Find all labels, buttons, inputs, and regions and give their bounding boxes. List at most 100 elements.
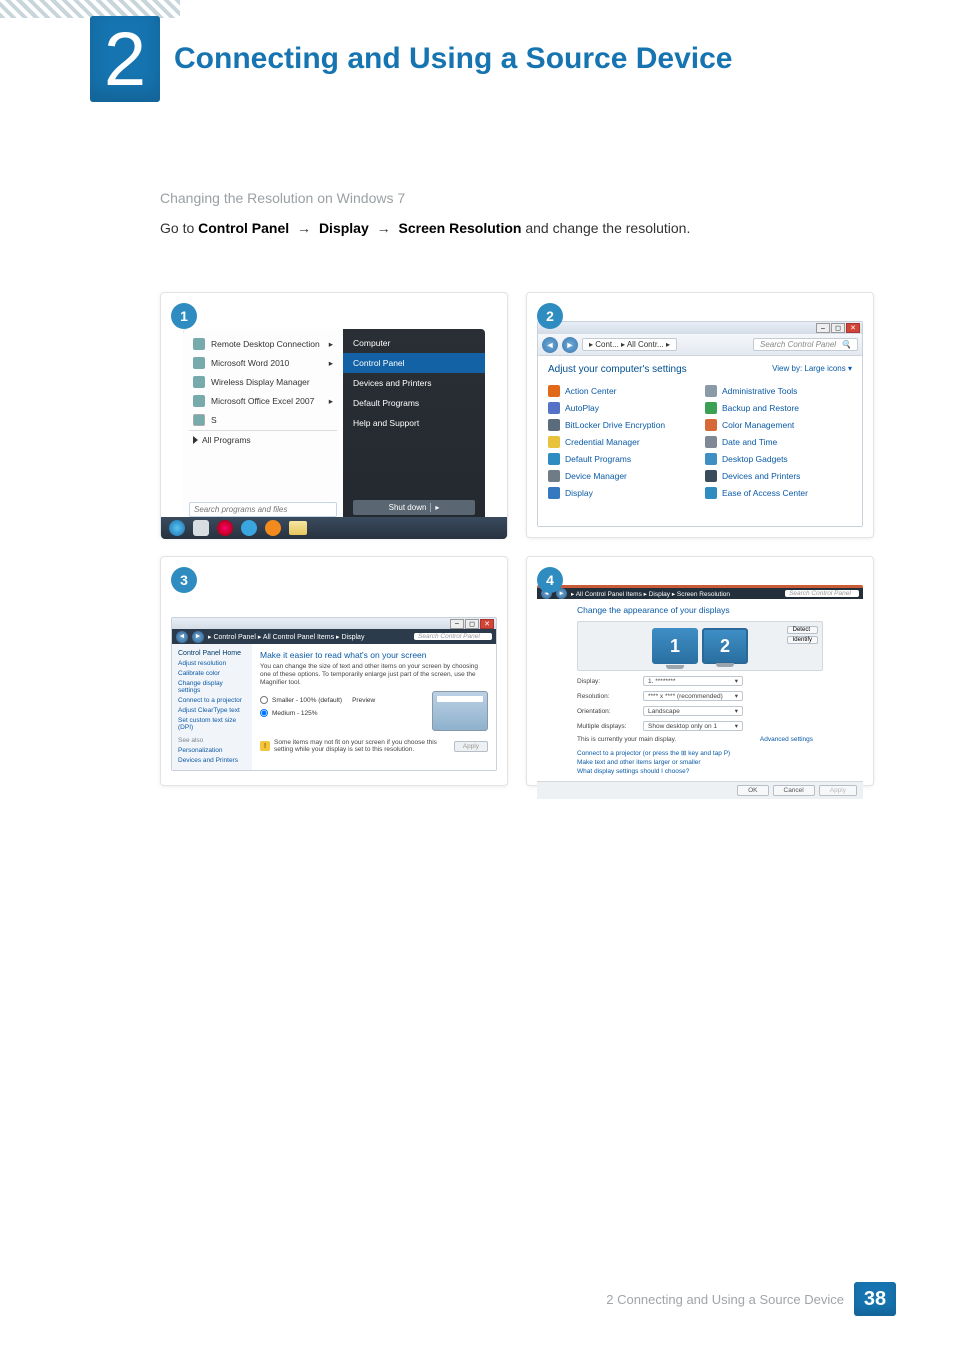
start-menu-program[interactable]: Wireless Display Manager: [189, 373, 337, 391]
view-by-dropdown[interactable]: View by: Large icons ▾: [772, 364, 852, 373]
start-right-item[interactable]: Help and Support: [343, 413, 485, 433]
start-menu-program[interactable]: Microsoft Word 2010▸: [189, 354, 337, 372]
apply-button[interactable]: Apply: [819, 785, 857, 796]
projector-link[interactable]: Connect to a projector (or press the ⊞ k…: [577, 749, 823, 757]
start-menu-program[interactable]: Microsoft Office Excel 2007▸: [189, 392, 337, 410]
display-desc: You can change the size of text and othe…: [260, 663, 488, 687]
close-button[interactable]: ✕: [480, 619, 494, 629]
monitor-2-icon[interactable]: 2: [702, 628, 748, 664]
chapter-number: 2: [90, 16, 160, 102]
sidebar-link[interactable]: Adjust resolution: [178, 660, 246, 667]
start-menu-program[interactable]: S: [189, 411, 337, 429]
help-link[interactable]: What display settings should I choose?: [577, 768, 823, 775]
radio-medium[interactable]: [260, 709, 268, 717]
apply-button[interactable]: Apply: [454, 741, 488, 752]
breadcrumb[interactable]: ▸ Cont... ▸ All Contr... ▸: [582, 338, 677, 351]
start-right-item-control-panel[interactable]: Control Panel: [343, 353, 485, 373]
start-right-item[interactable]: Devices and Printers: [343, 373, 485, 393]
display-main-pane: Make it easier to read what's on your sc…: [252, 644, 496, 770]
window-titlebar: – ◻ ✕: [538, 322, 862, 334]
instruction-prefix: Go to: [160, 220, 198, 236]
breadcrumb[interactable]: ▸ Control Panel ▸ All Control Panel Item…: [208, 633, 364, 641]
taskbar: [161, 517, 507, 539]
step-1-panel: 1 Remote Desktop Connection▸ Microsoft W…: [160, 292, 508, 538]
shutdown-button[interactable]: Shut down▸: [353, 500, 475, 515]
maximize-button[interactable]: ◻: [831, 323, 845, 333]
step-badge-2: 2: [537, 303, 563, 329]
control-panel-item[interactable]: Ease of Access Center: [705, 487, 852, 499]
control-panel-item[interactable]: Device Manager: [548, 470, 695, 482]
nav-bar: ◄ ► ▸ Control Panel ▸ All Control Panel …: [172, 629, 496, 644]
advanced-settings-link[interactable]: Advanced settings: [760, 736, 813, 743]
resolution-select[interactable]: **** x **** (recommended)▾: [643, 691, 743, 701]
control-panel-item[interactable]: BitLocker Drive Encryption: [548, 419, 695, 431]
search-input[interactable]: Search Control Panel🔍: [753, 338, 858, 351]
taskbar-icon[interactable]: [217, 520, 233, 536]
ie-icon[interactable]: [241, 520, 257, 536]
orientation-select[interactable]: Landscape▾: [643, 706, 743, 716]
start-right-item[interactable]: Default Programs: [343, 393, 485, 413]
display-select[interactable]: 1. ********▾: [643, 676, 743, 686]
control-panel-item[interactable]: Devices and Printers: [705, 470, 852, 482]
control-panel-item[interactable]: Display: [548, 487, 695, 499]
start-orb-icon[interactable]: [169, 520, 185, 536]
control-panel-item[interactable]: Action Center: [548, 385, 695, 397]
label-resolution: Resolution:: [577, 693, 633, 700]
sidebar: Control Panel Home Adjust resolution Cal…: [172, 644, 252, 770]
text-size-link[interactable]: Make text and other items larger or smal…: [577, 759, 823, 766]
step-badge-4: 4: [537, 567, 563, 593]
detect-button[interactable]: Detect: [787, 626, 818, 634]
taskbar-icon[interactable]: [193, 520, 209, 536]
sidebar-link[interactable]: Change display settings: [178, 680, 246, 694]
sidebar-link[interactable]: Set custom text size (DPI): [178, 717, 246, 731]
sidebar-link[interactable]: Calibrate color: [178, 670, 246, 677]
radio-smaller[interactable]: [260, 696, 268, 704]
sidebar-link[interactable]: Personalization: [178, 747, 246, 754]
all-programs[interactable]: All Programs: [189, 430, 337, 449]
identify-button[interactable]: Identify: [787, 636, 818, 644]
breadcrumb[interactable]: ▸ All Control Panel Items ▸ Display ▸ Sc…: [571, 590, 730, 598]
multiple-displays-select[interactable]: Show desktop only on 1▾: [643, 721, 743, 731]
start-search-input[interactable]: [189, 502, 337, 517]
back-button[interactable]: ◄: [542, 337, 558, 353]
control-panel-item[interactable]: Administrative Tools: [705, 385, 852, 397]
related-links: Connect to a projector (or press the ⊞ k…: [577, 749, 823, 775]
warning-row: ! Some items may not fit on your screen …: [260, 739, 488, 753]
sidebar-link[interactable]: Adjust ClearType text: [178, 707, 246, 714]
wmp-icon[interactable]: [265, 520, 281, 536]
footer-text: 2 Connecting and Using a Source Device: [606, 1292, 844, 1307]
start-menu-program[interactable]: Remote Desktop Connection▸: [189, 335, 337, 353]
forward-button[interactable]: ►: [192, 631, 204, 643]
display-arrangement[interactable]: 1 2 Detect Identify: [577, 621, 823, 671]
minimize-button[interactable]: –: [450, 619, 464, 629]
ok-button[interactable]: OK: [737, 785, 768, 796]
cancel-button[interactable]: Cancel: [773, 785, 815, 796]
step-badge-1: 1: [171, 303, 197, 329]
step-3-panel: 3 – ◻ ✕ ◄ ► ▸ Control Panel ▸ All Contro…: [160, 556, 508, 786]
search-input[interactable]: Search Control Panel: [414, 633, 492, 640]
control-panel-item[interactable]: Desktop Gadgets: [705, 453, 852, 465]
page-footer: 2 Connecting and Using a Source Device 3…: [606, 1282, 896, 1316]
close-button[interactable]: ✕: [846, 323, 860, 333]
sidebar-link[interactable]: Connect to a projector: [178, 697, 246, 704]
control-panel-item[interactable]: Date and Time: [705, 436, 852, 448]
control-panel-item[interactable]: Credential Manager: [548, 436, 695, 448]
minimize-button[interactable]: –: [816, 323, 830, 333]
control-panel-item[interactable]: Color Management: [705, 419, 852, 431]
back-button[interactable]: ◄: [176, 631, 188, 643]
start-right-item[interactable]: Computer: [343, 333, 485, 353]
control-panel-item[interactable]: Backup and Restore: [705, 402, 852, 414]
monitor-1-icon[interactable]: 1: [652, 628, 698, 664]
window-titlebar: – ◻ ✕: [172, 618, 496, 629]
search-input[interactable]: Search Control Panel: [785, 590, 859, 597]
start-menu: Remote Desktop Connection▸ Microsoft Wor…: [183, 329, 485, 523]
sidebar-home[interactable]: Control Panel Home: [178, 650, 246, 657]
explorer-icon[interactable]: [289, 521, 307, 535]
main-display-note: This is currently your main display.: [577, 736, 676, 743]
control-panel-item[interactable]: Default Programs: [548, 453, 695, 465]
control-panel-item[interactable]: AutoPlay: [548, 402, 695, 414]
sidebar-link[interactable]: Devices and Printers: [178, 757, 246, 764]
forward-button[interactable]: ►: [562, 337, 578, 353]
see-also-heading: See also: [178, 737, 246, 744]
maximize-button[interactable]: ◻: [465, 619, 479, 629]
